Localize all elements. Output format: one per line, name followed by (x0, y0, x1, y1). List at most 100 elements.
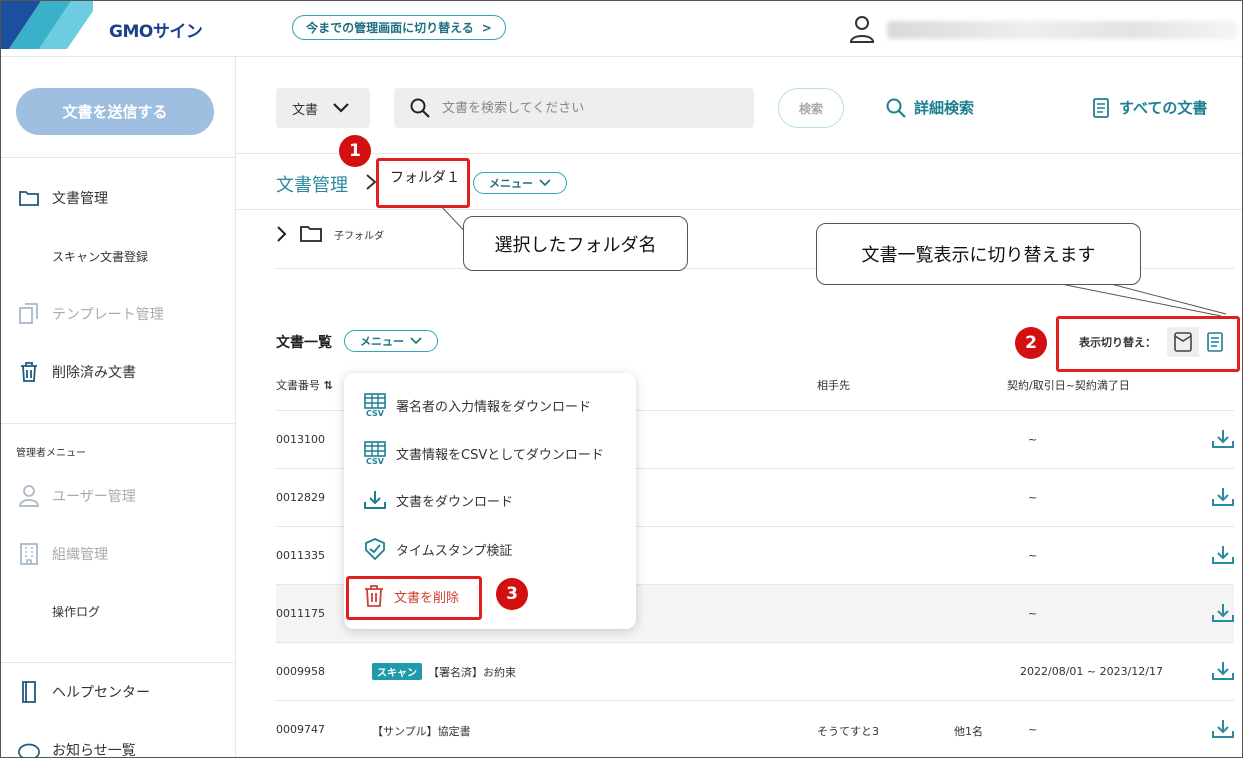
doc-dates: ~ (1028, 491, 1038, 504)
all-documents-label: すべての文書 (1119, 99, 1208, 117)
folder-icon (300, 226, 322, 242)
folder-icon (18, 187, 40, 209)
menu-item-label: 署名者の入力情報をダウンロード (396, 399, 592, 415)
menu-item-label: 文書をダウンロード (396, 494, 514, 510)
chevron-down-icon (539, 179, 551, 187)
document-list-menu-label: メニュー (360, 335, 404, 348)
sidebar-item-label: お知らせ一覧 (52, 743, 136, 758)
doc-dates: ~ (1028, 549, 1038, 562)
sort-icon: ⇅ (323, 379, 333, 392)
toolbar-divider (236, 153, 1242, 154)
scan-badge: スキャン (372, 663, 422, 680)
annotation-box-folder-name (376, 158, 470, 208)
menu-item-label: 文書情報をCSVとしてダウンロード (396, 447, 604, 463)
sidebar-item-label: 削除済み文書 (52, 365, 136, 381)
user-account-icon[interactable] (849, 15, 875, 43)
download-icon[interactable] (1212, 661, 1234, 681)
sidebar-item-user-management[interactable]: ユーザー管理 (1, 480, 235, 512)
svg-text:CSV: CSV (366, 457, 385, 465)
all-documents-link[interactable]: すべての文書 (1093, 97, 1207, 118)
advanced-search-link[interactable]: 詳細検索 (886, 97, 974, 118)
doc-dates: ~ (1028, 607, 1038, 620)
sidebar-item-label: スキャン文書登録 (52, 249, 149, 264)
document-type-value: 文書 (292, 102, 319, 118)
sidebar-item-document-management[interactable]: 文書管理 (1, 182, 235, 214)
search-icon (410, 98, 430, 118)
sidebar-item-scan-registration[interactable]: スキャン文書登録 (1, 240, 235, 272)
callout-view-switch: 文書一覧表示に切り替えます (816, 223, 1141, 285)
doc-title-text: 【署名済】お約束 (428, 666, 516, 679)
sidebar-item-template-management[interactable]: テンプレート管理 (1, 298, 235, 330)
document-list-menu-button[interactable]: メニュー (344, 330, 438, 352)
svg-text:CSV: CSV (366, 409, 385, 417)
download-icon[interactable] (1212, 545, 1234, 565)
trash-icon (18, 361, 40, 383)
callout-folder-name: 選択したフォルダ名 (463, 216, 688, 271)
doc-number: 0012829 (276, 491, 325, 504)
search-button[interactable]: 検索 (778, 88, 844, 128)
download-icon (364, 491, 386, 509)
doc-partner-extra: 他1名 (954, 725, 983, 738)
sidebar: 文書を送信する 文書管理 スキャン文書登録 テンプレート管理 削除済み文書 管理… (1, 57, 236, 758)
column-header-label: 文書番号 (276, 379, 320, 392)
doc-number: 0009958 (276, 665, 325, 678)
send-document-button[interactable]: 文書を送信する (16, 88, 214, 135)
sidebar-item-label: 文書管理 (52, 191, 108, 207)
menu-item-download-doc-csv[interactable]: CSV 文書情報をCSVとしてダウンロード (364, 438, 604, 468)
advanced-search-label: 詳細検索 (914, 99, 975, 117)
switch-legacy-label: 今までの管理画面に切り替える (306, 21, 474, 35)
table-row[interactable]: 0009958 スキャン 【署名済】お約束 2022/08/01 ~ 2023/1… (276, 642, 1234, 700)
table-row[interactable]: 0009747 【サンプル】協定書 そうてすと3 他1名 ~ (276, 700, 1234, 757)
sidebar-item-deleted-documents[interactable]: 削除済み文書 (1, 356, 235, 388)
menu-item-download-signer-info[interactable]: CSV 署名者の入力情報をダウンロード (364, 390, 591, 420)
chevron-down-icon (410, 337, 422, 345)
document-icon (1093, 97, 1109, 118)
column-header-partner: 相手先 (817, 379, 850, 392)
building-icon (18, 543, 40, 565)
doc-dates: ~ (1028, 723, 1038, 736)
csv-icon: CSV (364, 441, 386, 465)
sidebar-item-notices[interactable]: お知らせ一覧 (1, 734, 235, 758)
notice-icon (18, 739, 40, 757)
sidebar-item-label: ユーザー管理 (52, 489, 136, 505)
app-window: GMOサイン 今までの管理画面に切り替える > 文書を送信する 文書管理 スキャ… (0, 0, 1243, 758)
sidebar-item-label: 組織管理 (52, 547, 108, 563)
sidebar-item-organization-management[interactable]: 組織管理 (1, 538, 235, 570)
menu-item-timestamp-verify[interactable]: タイムスタンプ検証 (364, 534, 512, 564)
download-icon[interactable] (1212, 429, 1234, 449)
switch-legacy-admin-button[interactable]: 今までの管理画面に切り替える > (292, 15, 506, 40)
shield-check-icon (365, 538, 385, 560)
sidebar-item-label: 操作ログ (52, 604, 101, 619)
column-header-dates: 契約/取引日~契約満了日 (1007, 379, 1130, 392)
chevron-right-icon: > (481, 20, 492, 35)
chevron-down-icon (333, 103, 349, 113)
doc-dates: ~ (1028, 433, 1038, 446)
search-icon (886, 98, 906, 118)
download-icon[interactable] (1212, 719, 1234, 739)
document-list-title: 文書一覧 (276, 335, 332, 351)
user-name-redacted (887, 21, 1237, 39)
download-icon[interactable] (1212, 603, 1234, 623)
doc-number: 0013100 (276, 433, 325, 446)
admin-menu-label: 管理者メニュー (16, 448, 86, 459)
doc-partner: そうてすと3 (817, 725, 879, 738)
child-folder-name: 子フォルダ (334, 230, 384, 242)
user-icon (18, 485, 40, 507)
doc-title: スキャン 【署名済】お約束 (372, 663, 516, 680)
menu-item-download-document[interactable]: 文書をダウンロード (364, 485, 513, 515)
breadcrumb-root-link[interactable]: 文書管理 (276, 171, 348, 197)
column-header-doc-number[interactable]: 文書番号 ⇅ (276, 377, 333, 393)
child-folder-row[interactable]: 子フォルダ (276, 225, 384, 243)
sidebar-divider (1, 157, 235, 158)
download-icon[interactable] (1212, 487, 1234, 507)
annotation-step-1: 1 (339, 135, 371, 167)
folder-menu-button[interactable]: メニュー (473, 172, 567, 194)
doc-title: 【サンプル】協定書 (372, 725, 471, 738)
sidebar-item-operation-log[interactable]: 操作ログ (1, 595, 235, 627)
template-icon (18, 303, 40, 325)
document-type-select[interactable]: 文書 (276, 88, 370, 128)
search-input[interactable] (442, 100, 742, 116)
sidebar-item-help-center[interactable]: ヘルプセンター (1, 676, 235, 708)
annotation-step-3: 3 (496, 578, 528, 610)
brand-name: GMOサイン (109, 22, 203, 42)
